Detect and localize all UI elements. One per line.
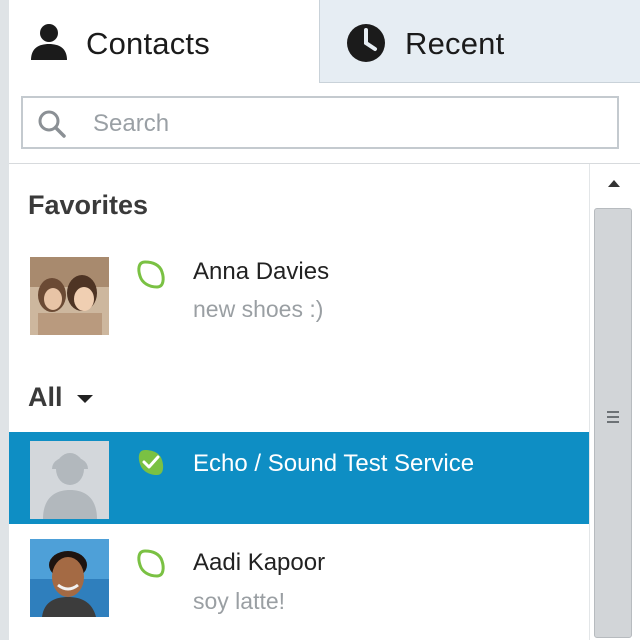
search-icon bbox=[38, 110, 66, 138]
search-area bbox=[9, 83, 640, 164]
contact-name: Echo / Sound Test Service bbox=[193, 450, 475, 477]
tab-bar: Contacts Recent bbox=[9, 0, 640, 83]
contact-name: Aadi Kapoor bbox=[193, 549, 326, 576]
all-heading[interactable]: All bbox=[28, 382, 93, 413]
contact-list: Favorites Anna Davies new shoes :) All E… bbox=[9, 164, 589, 640]
contact-row-echo-sound-test[interactable]: Echo / Sound Test Service bbox=[9, 432, 589, 524]
search-box[interactable] bbox=[21, 96, 619, 149]
tab-recent-label: Recent bbox=[405, 26, 505, 61]
contacts-panel: Contacts Recent Favorites bbox=[9, 0, 640, 640]
tab-recent[interactable]: Recent bbox=[319, 0, 640, 83]
avatar bbox=[30, 257, 109, 335]
search-input[interactable] bbox=[91, 106, 595, 142]
tab-contacts[interactable]: Contacts bbox=[9, 0, 319, 83]
person-icon bbox=[31, 24, 67, 60]
contact-name: Anna Davies bbox=[193, 258, 330, 285]
chevron-down-icon bbox=[76, 394, 93, 403]
scroll-thumb[interactable] bbox=[594, 208, 632, 638]
all-heading-label: All bbox=[28, 382, 63, 412]
favorites-heading: Favorites bbox=[28, 190, 149, 220]
contact-row-aadi-kapoor[interactable]: Aadi Kapoor soy latte! bbox=[9, 537, 589, 629]
contact-mood: soy latte! bbox=[193, 588, 286, 614]
grip-icon bbox=[607, 411, 619, 425]
online-status-icon bbox=[138, 450, 164, 475]
clock-icon bbox=[347, 24, 385, 62]
avatar bbox=[30, 539, 109, 617]
vertical-scrollbar[interactable] bbox=[589, 164, 640, 640]
scroll-up-button[interactable] bbox=[590, 164, 640, 204]
contact-row-anna-davies[interactable]: Anna Davies new shoes :) bbox=[9, 250, 589, 342]
tab-contacts-label: Contacts bbox=[86, 26, 210, 61]
default-avatar-icon bbox=[30, 441, 109, 519]
online-status-icon bbox=[137, 549, 165, 578]
contact-mood: new shoes :) bbox=[193, 296, 324, 322]
online-status-icon bbox=[137, 260, 165, 289]
